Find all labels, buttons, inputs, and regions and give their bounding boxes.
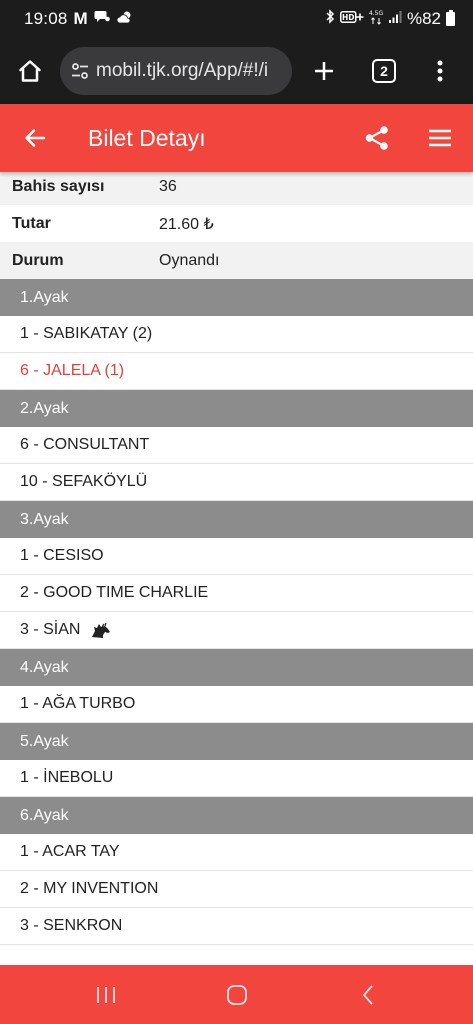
summary-row-amount: Tutar 21.60 ₺ (0, 205, 473, 242)
browser-toolbar: mobil.tjk.org/App/#!/i 2 (0, 38, 473, 104)
hamburger-menu-icon (429, 129, 451, 147)
summary-row-count: Bahis sayısı 36 (0, 168, 473, 205)
arrow-back-icon (25, 129, 46, 147)
tab-switcher-button[interactable]: 2 (356, 38, 412, 104)
leg-header: 6.Ayak (0, 797, 473, 834)
recent-apps-button[interactable] (76, 965, 136, 1024)
horse-row: 3 - SENKRON (0, 908, 473, 945)
browser-home-button[interactable] (0, 38, 60, 104)
leg-header: 1.Ayak (0, 279, 473, 316)
leg-header: 5.Ayak (0, 723, 473, 760)
summary-value: Oynandı (159, 251, 220, 269)
more-vert-icon (437, 60, 442, 82)
battery-percent: %82 (406, 9, 441, 28)
gmail-icon: M (73, 9, 88, 28)
data-4g-icon: 4.5G (369, 9, 383, 30)
summary-row-status: Durum Oynandı (0, 242, 473, 279)
share-icon (365, 126, 388, 150)
summary-label: Bahis sayısı (12, 177, 105, 195)
recents-icon (96, 986, 115, 1003)
horse-row-highlighted: 6 - JALELA (1) (0, 353, 473, 390)
summary-value: 21.60 ₺ (159, 215, 214, 233)
summary-label: Durum (12, 251, 64, 269)
status-time: 19:08 (24, 9, 68, 28)
status-bar: 19:08 M HD 4.5G %82 (0, 0, 473, 38)
svg-text:4.5G: 4.5G (369, 10, 383, 17)
system-back-button[interactable] (338, 965, 398, 1024)
leg-header: 2.Ayak (0, 390, 473, 427)
menu-button[interactable] (407, 104, 473, 172)
url-text[interactable]: mobil.tjk.org/App/#!/i (96, 60, 268, 82)
bluetooth-icon (325, 9, 335, 29)
status-left: 19:08 M (24, 9, 134, 29)
summary-value: 36 (159, 177, 177, 195)
home-circle-icon (226, 984, 247, 1005)
horse-row: 2 - MY INVENTION (0, 871, 473, 908)
back-button[interactable] (0, 104, 70, 172)
share-button[interactable] (347, 104, 407, 172)
chevron-left-icon (362, 984, 373, 1005)
status-right: HD 4.5G %82 (325, 9, 455, 30)
leg-header: 4.Ayak (0, 649, 473, 686)
horse-row: 1 - SABIKATAY (2) (0, 316, 473, 353)
horse-row: 2 - GOOD TIME CHARLIE (0, 575, 473, 612)
plus-icon (315, 62, 333, 80)
system-home-button[interactable] (207, 965, 267, 1024)
horse-head-icon (90, 622, 112, 638)
horse-row: 1 - ACAR TAY (0, 834, 473, 871)
home-icon (19, 60, 41, 82)
weather-icon (116, 10, 134, 29)
horse-row: 10 - SEFAKÖYLÜ (0, 464, 473, 501)
address-bar[interactable]: mobil.tjk.org/App/#!/i (60, 47, 292, 95)
horse-row: 1 - AĞA TURBO (0, 686, 473, 723)
horse-row: 1 - CESISO (0, 538, 473, 575)
page-title: Bilet Detayı (88, 124, 206, 151)
horse-name: 3 - SİAN (20, 621, 81, 638)
ticket-details: Bahis sayısı 36 Tutar 21.60 ₺ Durum Oyna… (0, 168, 473, 965)
system-navigation-bar (0, 965, 473, 1024)
tab-count: 2 (372, 59, 396, 83)
summary-label: Tutar (12, 214, 51, 232)
horse-row: 1 - İNEBOLU (0, 760, 473, 797)
new-tab-button[interactable] (292, 38, 356, 104)
signal-icon (388, 10, 402, 29)
horse-row-winner: 3 - SİAN (0, 612, 473, 649)
svg-text:HD: HD (342, 13, 355, 22)
chat-icon (94, 10, 110, 29)
browser-menu-button[interactable] (412, 38, 467, 104)
battery-icon (446, 10, 455, 26)
leg-header: 3.Ayak (0, 501, 473, 538)
hd-plus-icon: HD (339, 10, 364, 29)
app-header: Bilet Detayı (0, 104, 473, 172)
site-settings-icon[interactable] (70, 61, 90, 81)
horse-row: 6 - CONSULTANT (0, 427, 473, 464)
